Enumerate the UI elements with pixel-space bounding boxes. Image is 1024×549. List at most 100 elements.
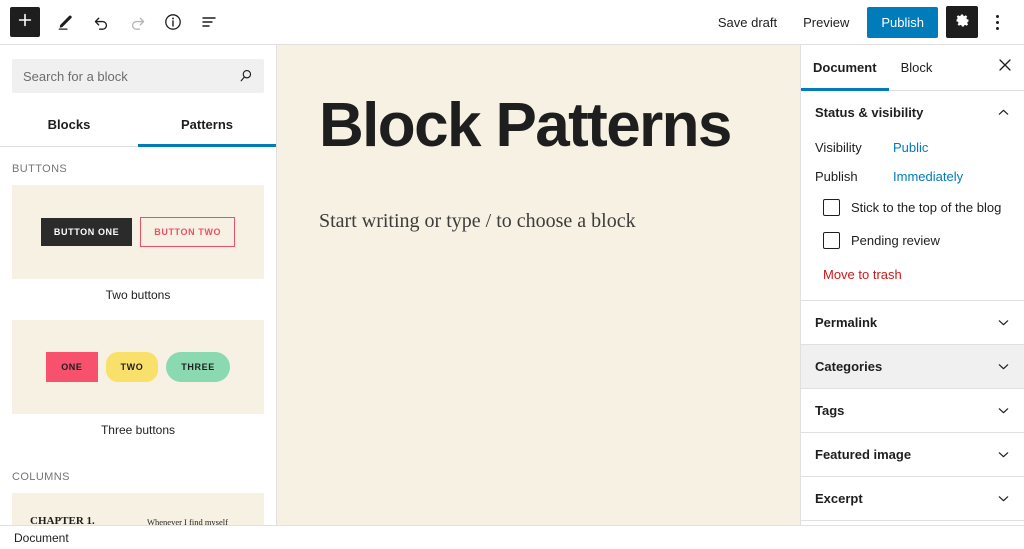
move-to-trash-button[interactable]: Move to trash bbox=[815, 257, 902, 286]
publish-value-button[interactable]: Immediately bbox=[893, 169, 963, 184]
status-visibility-body: Visibility Public Publish Immediately St… bbox=[801, 133, 1024, 300]
sidebar-tabs: Document Block bbox=[801, 45, 1024, 91]
details-button[interactable] bbox=[156, 5, 190, 39]
pending-review-label: Pending review bbox=[851, 233, 940, 248]
canvas-content: Block Patterns Start writing or type / t… bbox=[277, 93, 800, 233]
pattern-two-columns[interactable]: CHAPTER 1. Loomings Call me Ishmael. Som… bbox=[12, 493, 264, 525]
section-title-columns: COLUMNS bbox=[12, 471, 70, 483]
pattern-label: Two buttons bbox=[105, 288, 171, 302]
column-left: CHAPTER 1. Loomings Call me Ishmael. Som… bbox=[30, 515, 129, 525]
save-draft-button[interactable]: Save draft bbox=[706, 8, 789, 37]
status-visibility-title: Status & visibility bbox=[815, 105, 924, 120]
settings-button[interactable] bbox=[946, 6, 978, 38]
settings-sidebar: Document Block Status & visibility Visib… bbox=[800, 45, 1024, 525]
pencil-icon bbox=[56, 13, 75, 32]
plus-icon bbox=[17, 12, 33, 33]
toolbar-left-group bbox=[10, 5, 226, 39]
pattern-buttons-group: BUTTON ONE BUTTON TWO bbox=[40, 217, 236, 247]
publish-button[interactable]: Publish bbox=[867, 6, 938, 38]
panel-label: Categories bbox=[815, 359, 883, 374]
gear-icon bbox=[954, 12, 971, 32]
redo-button[interactable] bbox=[120, 5, 154, 39]
pattern-button-one: BUTTON ONE bbox=[40, 218, 133, 246]
panel-excerpt[interactable]: Excerpt bbox=[801, 476, 1024, 520]
panel-label: Excerpt bbox=[815, 491, 863, 506]
undo-button[interactable] bbox=[84, 5, 118, 39]
panel-featured-image[interactable]: Featured image bbox=[801, 432, 1024, 476]
post-title[interactable]: Block Patterns bbox=[319, 93, 758, 158]
panel-label: Tags bbox=[815, 403, 845, 418]
inserter-tabs: Blocks Patterns bbox=[0, 105, 276, 147]
redo-icon bbox=[128, 13, 147, 32]
toolbar-right-group: Save draft Preview Publish bbox=[706, 5, 1012, 39]
column-heading: CHAPTER 1. Loomings bbox=[30, 515, 95, 525]
close-sidebar-button[interactable] bbox=[990, 53, 1020, 83]
search-input[interactable] bbox=[13, 60, 263, 92]
pattern-button-one: ONE bbox=[46, 352, 98, 382]
list-view-button[interactable] bbox=[192, 5, 226, 39]
pattern-preview: CHAPTER 1. Loomings Call me Ishmael. Som… bbox=[12, 493, 264, 525]
pattern-preview: BUTTON ONE BUTTON TWO bbox=[12, 185, 264, 279]
search-area bbox=[0, 45, 276, 105]
editor-status-bar: Document bbox=[0, 525, 1024, 549]
tab-block[interactable]: Block bbox=[889, 45, 945, 91]
editor-body: Blocks Patterns BUTTONS BUTTON ONE BUTTO… bbox=[0, 45, 1024, 525]
editor-toolbar: Save draft Preview Publish bbox=[0, 0, 1024, 45]
visibility-label: Visibility bbox=[815, 140, 862, 155]
edit-mode-button[interactable] bbox=[48, 5, 82, 39]
search-icon bbox=[238, 68, 254, 84]
block-inserter-panel: Blocks Patterns BUTTONS BUTTON ONE BUTTO… bbox=[0, 45, 277, 525]
section-title-buttons: BUTTONS bbox=[12, 163, 68, 175]
breadcrumb[interactable]: Document bbox=[14, 531, 69, 545]
pending-review-row[interactable]: Pending review bbox=[815, 224, 1010, 257]
panel-label: Featured image bbox=[815, 447, 912, 462]
visibility-value-button[interactable]: Public bbox=[893, 140, 928, 155]
list-view-icon bbox=[199, 12, 219, 32]
panel-permalink[interactable]: Permalink bbox=[801, 300, 1024, 344]
paragraph-placeholder[interactable]: Start writing or type / to choose a bloc… bbox=[319, 210, 758, 233]
pattern-three-buttons[interactable]: ONE TWO THREE Three buttons bbox=[12, 320, 264, 451]
chevron-down-icon bbox=[997, 316, 1010, 329]
close-icon bbox=[998, 58, 1012, 77]
tab-blocks[interactable]: Blocks bbox=[0, 105, 138, 147]
pattern-button-two: BUTTON TWO bbox=[140, 217, 236, 247]
info-icon bbox=[163, 12, 183, 32]
editor-canvas[interactable]: Block Patterns Start writing or type / t… bbox=[277, 45, 800, 525]
sticky-label: Stick to the top of the blog bbox=[851, 200, 1002, 215]
pattern-two-buttons[interactable]: BUTTON ONE BUTTON TWO Two buttons bbox=[12, 185, 264, 316]
column-right: Whenever I find myself growing grim abou… bbox=[147, 515, 246, 525]
columns-grid: CHAPTER 1. Loomings Call me Ishmael. Som… bbox=[30, 515, 246, 525]
chevron-up-icon bbox=[997, 106, 1010, 119]
visibility-row: Visibility Public bbox=[815, 133, 1010, 162]
pattern-buttons-group: ONE TWO THREE bbox=[46, 352, 230, 382]
panel-discussion[interactable]: Discussion bbox=[801, 520, 1024, 525]
panel-label: Permalink bbox=[815, 315, 878, 330]
pattern-label: Three buttons bbox=[100, 423, 176, 437]
chevron-down-icon bbox=[997, 360, 1010, 373]
tab-document[interactable]: Document bbox=[801, 45, 889, 91]
pending-review-checkbox[interactable] bbox=[823, 232, 840, 249]
column-text: Whenever I find myself growing grim abou… bbox=[147, 517, 228, 525]
sticky-checkbox[interactable] bbox=[823, 199, 840, 216]
kebab-menu-icon bbox=[995, 13, 999, 31]
chevron-down-icon bbox=[997, 404, 1010, 417]
pattern-preview: ONE TWO THREE bbox=[12, 320, 264, 414]
sticky-row[interactable]: Stick to the top of the blog bbox=[815, 191, 1010, 224]
patterns-list[interactable]: BUTTONS BUTTON ONE BUTTON TWO Two button… bbox=[0, 147, 276, 525]
publish-label: Publish bbox=[815, 169, 858, 184]
tab-patterns[interactable]: Patterns bbox=[138, 105, 276, 147]
search-box[interactable] bbox=[12, 59, 264, 93]
chevron-down-icon bbox=[997, 448, 1010, 461]
preview-button[interactable]: Preview bbox=[791, 8, 861, 37]
panel-categories[interactable]: Categories bbox=[801, 344, 1024, 388]
status-visibility-header[interactable]: Status & visibility bbox=[801, 91, 1024, 133]
pattern-button-two: TWO bbox=[105, 352, 159, 382]
panel-tags[interactable]: Tags bbox=[801, 388, 1024, 432]
chevron-down-icon bbox=[997, 492, 1010, 505]
editor-app: Save draft Preview Publish Search for a … bbox=[0, 0, 1024, 549]
more-options-button[interactable] bbox=[982, 5, 1012, 39]
undo-icon bbox=[92, 13, 111, 32]
add-block-button[interactable] bbox=[10, 7, 40, 37]
pattern-button-three: THREE bbox=[166, 352, 230, 382]
publish-row: Publish Immediately bbox=[815, 162, 1010, 191]
